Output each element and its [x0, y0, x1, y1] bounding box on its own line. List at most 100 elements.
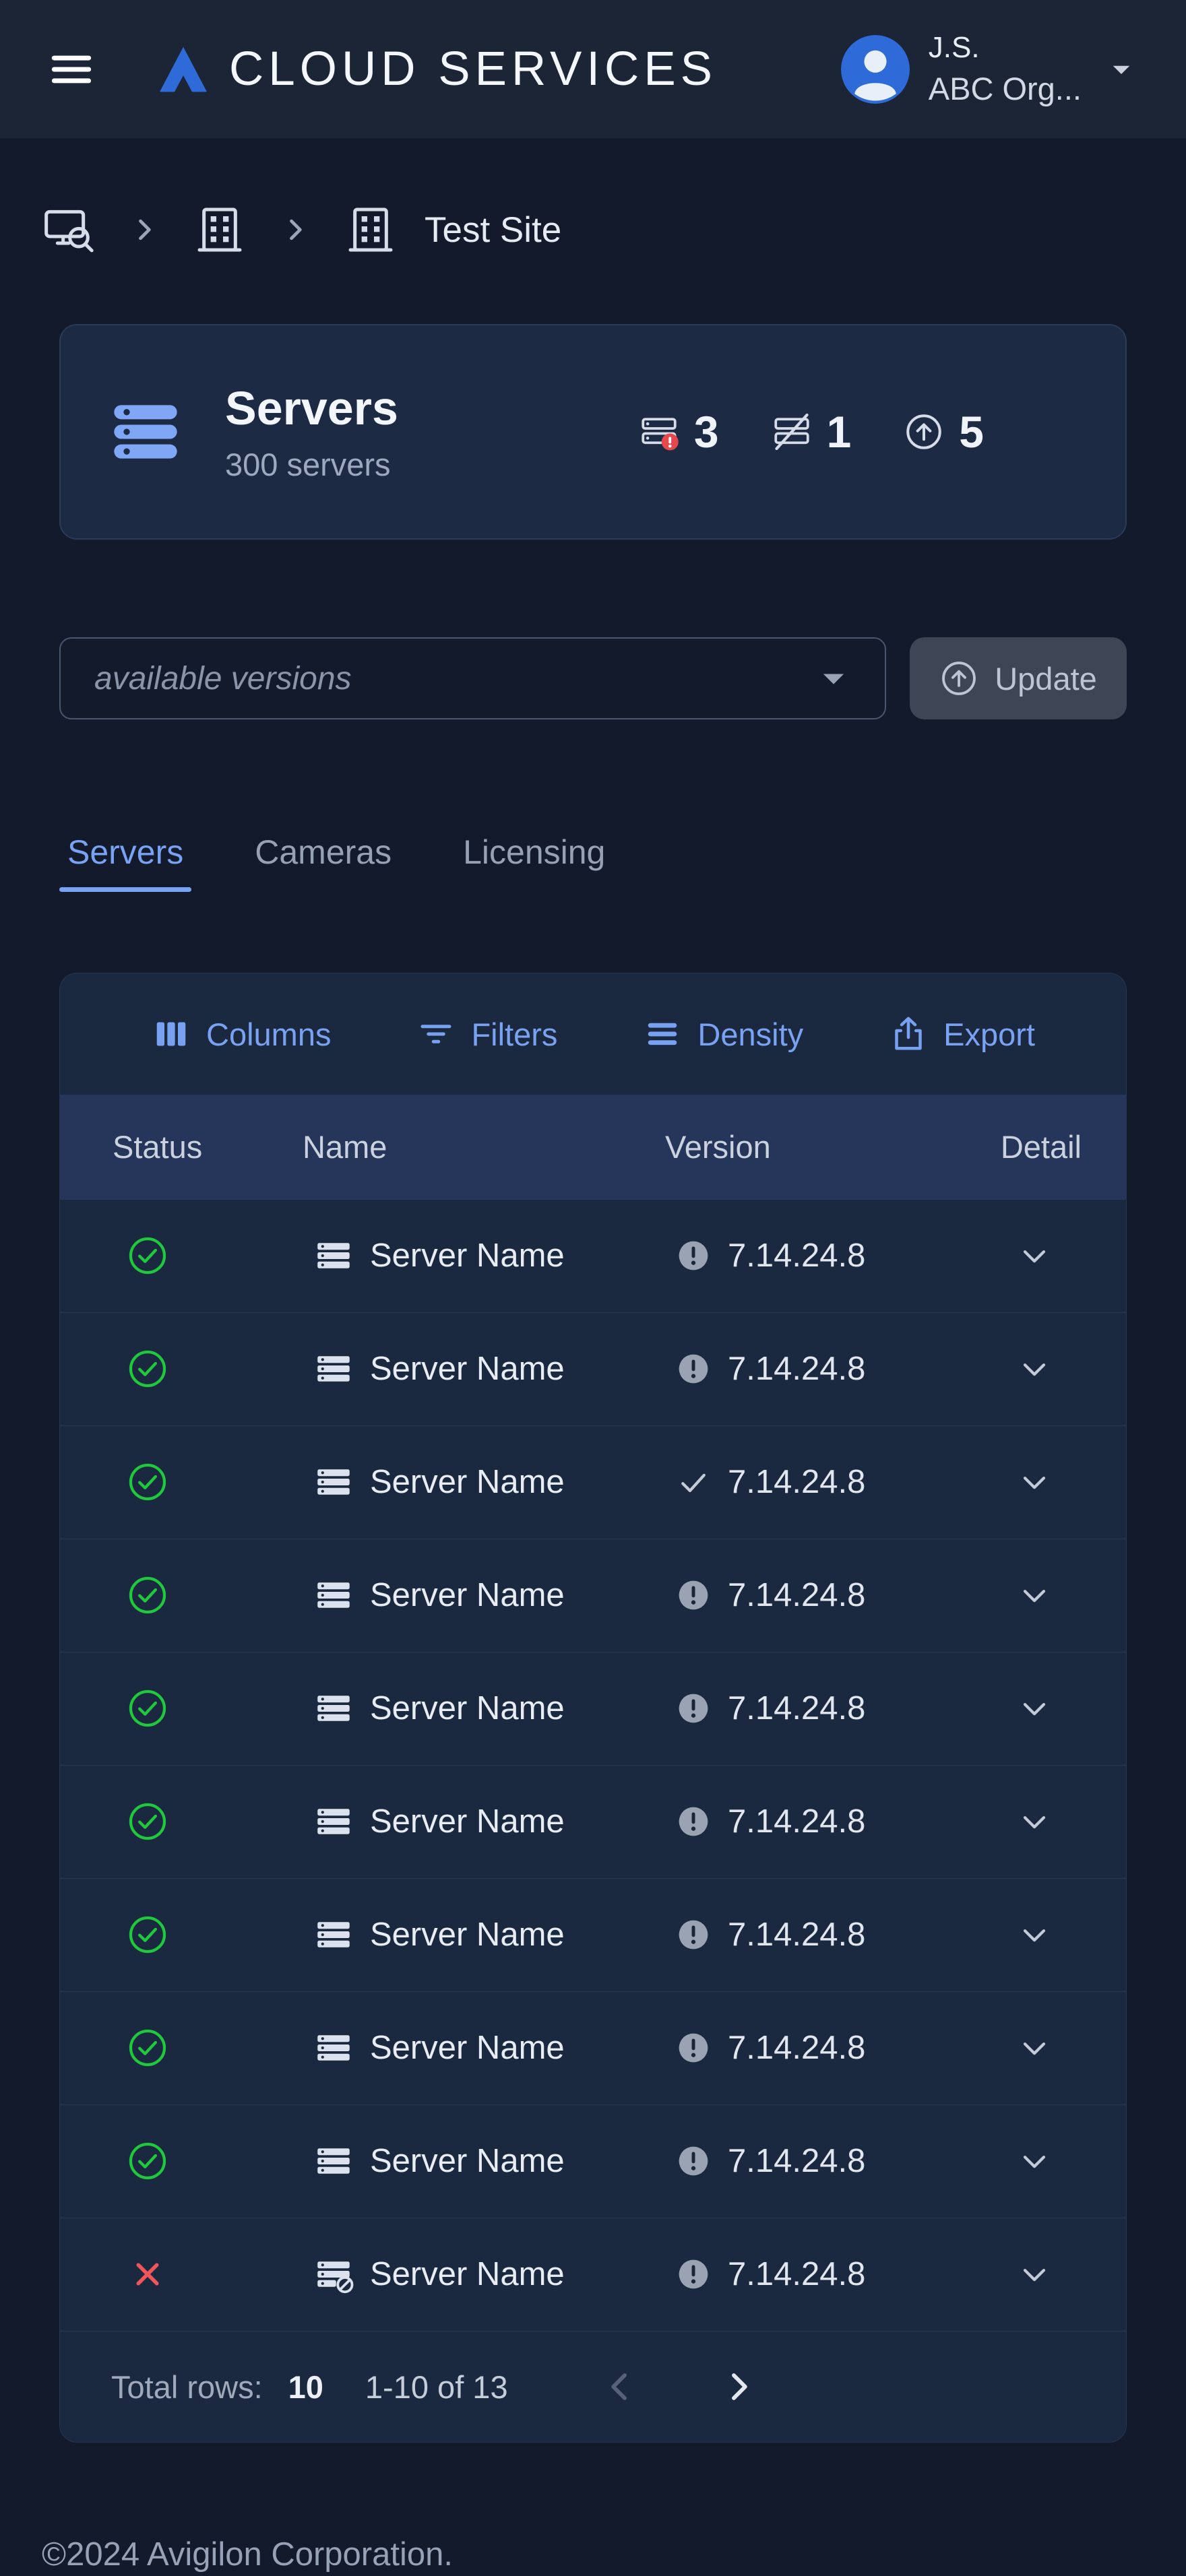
version-warning-icon [675, 1237, 712, 1274]
site-icon[interactable] [344, 203, 398, 257]
versions-placeholder: available versions [94, 660, 352, 697]
server-name: Server Name [370, 1917, 565, 1953]
user-avatar [840, 34, 910, 104]
server-name: Server Name [370, 1690, 565, 1727]
filters-icon [416, 1014, 456, 1054]
tab-servers[interactable]: Servers [59, 833, 192, 892]
density-icon [642, 1014, 683, 1054]
column-header-detail: Detail [1000, 1128, 1082, 1165]
table-row: Server Name 7.14.24.8 [60, 1878, 1126, 1991]
update-button-label: Update [995, 660, 1097, 697]
status-ok-icon [127, 1235, 168, 1276]
status-ok-icon [127, 1914, 168, 1955]
expand-row-button[interactable] [1011, 2138, 1057, 2184]
server-icon [313, 1462, 354, 1502]
expand-row-button[interactable] [1011, 1459, 1057, 1505]
select-caret-icon [816, 661, 851, 696]
next-page-button[interactable] [713, 2362, 763, 2412]
server-icon [313, 1235, 354, 1276]
table-row: Server Name 7.14.24.8 [60, 1652, 1126, 1765]
expand-row-button[interactable] [1011, 1799, 1057, 1844]
brand: CLOUD SERVICES [156, 42, 717, 96]
server-version: 7.14.24.8 [728, 1237, 866, 1274]
server-icon [313, 1349, 354, 1389]
summary-stats: 3 1 5 [639, 406, 984, 457]
server-name: Server Name [370, 1464, 565, 1500]
breadcrumb-site-label: Test Site [425, 210, 562, 250]
servers-table-card: Columns Filters Density Export Status Na… [59, 973, 1127, 2443]
expand-row-button[interactable] [1011, 1572, 1057, 1618]
tab-cameras[interactable]: Cameras [247, 833, 400, 892]
summary-subtitle: 300 servers [225, 446, 391, 482]
stat-disconnected-count: 1 [826, 407, 852, 457]
expand-row-button[interactable] [1011, 2251, 1057, 2297]
expand-row-button[interactable] [1011, 1233, 1057, 1279]
stat-updates-available: 5 [904, 406, 984, 457]
server-version: 7.14.24.8 [728, 2030, 866, 2066]
server-name: Server Name [370, 1237, 565, 1274]
update-bar: available versions Update [59, 637, 1127, 719]
brand-title: CLOUD SERVICES [229, 42, 718, 96]
expand-row-button[interactable] [1011, 1685, 1057, 1731]
server-name: Server Name [370, 1577, 565, 1613]
available-versions-select[interactable]: available versions [59, 637, 886, 719]
version-warning-icon [675, 1917, 712, 1953]
menu-icon[interactable] [40, 38, 102, 100]
columns-button[interactable]: Columns [151, 1014, 331, 1054]
expand-row-button[interactable] [1011, 1912, 1057, 1958]
table-row: Server Name 7.14.24.8 [60, 2104, 1126, 2218]
version-warning-icon [675, 2256, 712, 2292]
user-org: ABC Org... [928, 71, 1082, 106]
server-icon [313, 1914, 354, 1955]
export-label: Export [943, 1016, 1035, 1052]
user-initials: J.S. [928, 31, 980, 64]
server-version: 7.14.24.8 [728, 1464, 866, 1500]
export-button[interactable]: Export [888, 1014, 1035, 1054]
avigilon-logo-icon [156, 42, 210, 96]
server-name: Server Name [370, 1351, 565, 1387]
version-warning-icon [675, 2143, 712, 2179]
server-error-icon [639, 412, 679, 452]
version-warning-icon [675, 1577, 712, 1613]
organization-icon[interactable] [42, 203, 96, 257]
server-name: Server Name [370, 1803, 565, 1840]
columns-label: Columns [206, 1016, 332, 1052]
copyright: ©2024 Avigilon Corporation. [42, 2536, 453, 2573]
filters-button[interactable]: Filters [416, 1014, 557, 1054]
expand-row-button[interactable] [1011, 1346, 1057, 1392]
server-disconnected-icon [772, 412, 812, 452]
update-available-icon [904, 412, 944, 452]
server-icon [313, 2141, 354, 2181]
server-name: Server Name [370, 2256, 565, 2293]
server-version: 7.14.24.8 [728, 2256, 866, 2293]
stat-update-count: 5 [959, 407, 984, 457]
server-icon [313, 2028, 354, 2068]
chevron-down-icon [1107, 55, 1135, 84]
tab-licensing[interactable]: Licensing [455, 833, 613, 892]
expand-row-button[interactable] [1011, 2025, 1057, 2071]
server-version: 7.14.24.8 [728, 1577, 866, 1613]
user-menu[interactable]: J.S. ABC Org... [840, 31, 1135, 107]
update-button[interactable]: Update [910, 637, 1127, 719]
status-ok-icon [127, 1801, 168, 1842]
density-button[interactable]: Density [642, 1014, 803, 1054]
server-version: 7.14.24.8 [728, 1351, 866, 1387]
status-ok-icon [127, 1462, 168, 1502]
breadcrumb-current: Test Site [344, 203, 561, 257]
stat-servers-error: 3 [639, 406, 719, 457]
column-header-version: Version [665, 1128, 771, 1165]
server-version: 7.14.24.8 [728, 2143, 866, 2179]
total-rows-value: 10 [288, 2369, 323, 2405]
app-header: CLOUD SERVICES J.S. ABC Org... [0, 0, 1186, 138]
breadcrumb-chevron-icon [129, 215, 159, 245]
total-rows-label: Total rows: [111, 2369, 263, 2405]
version-warning-icon [675, 1690, 712, 1727]
table-row: Server Name 7.14.24.8 [60, 1991, 1126, 2104]
export-icon [888, 1014, 929, 1054]
table-row: Server Name 7.14.24.8 [60, 1539, 1126, 1652]
site-group-icon[interactable] [193, 203, 247, 257]
server-icon [313, 1688, 354, 1729]
server-icon [313, 1801, 354, 1842]
previous-page-button[interactable] [596, 2362, 646, 2412]
column-header-status: Status [113, 1128, 203, 1165]
